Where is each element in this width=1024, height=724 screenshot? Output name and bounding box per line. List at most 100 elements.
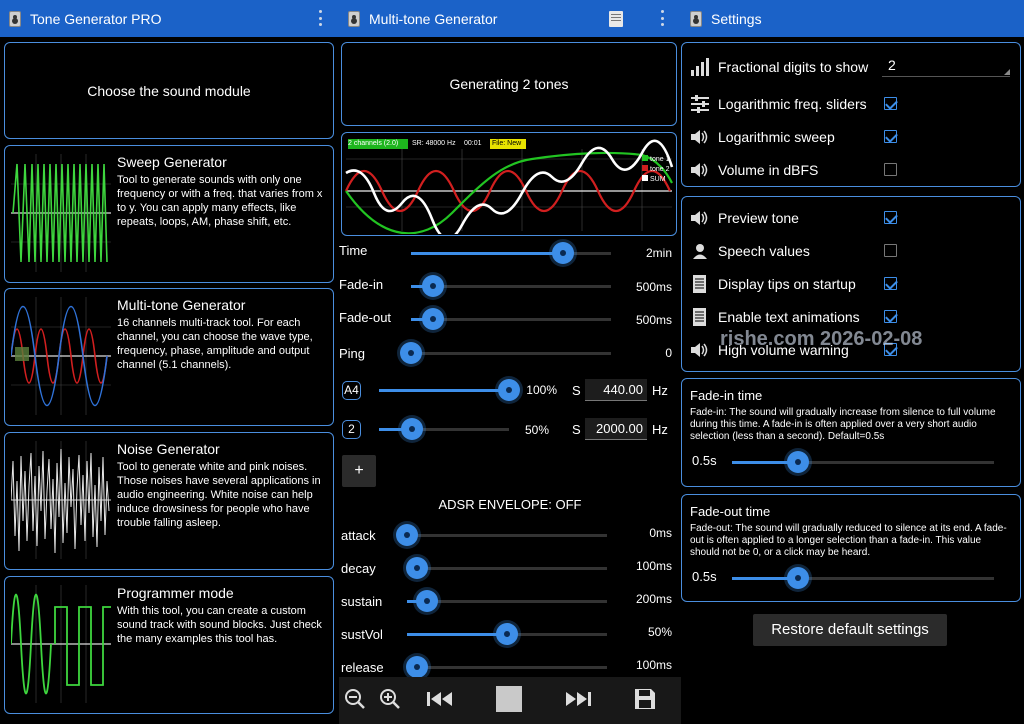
fadeout-time-title: Fade-out time <box>690 504 771 519</box>
module-title: Noise Generator <box>117 441 220 457</box>
legend-tone2: tone 2 <box>650 166 670 173</box>
fadein-value: 500ms <box>635 280 672 294</box>
setting-label: Enable text animations <box>718 308 860 325</box>
release-label: release <box>341 660 384 675</box>
setting-row[interactable]: Preview tone <box>690 201 1010 234</box>
fadeout-slider[interactable] <box>411 308 611 330</box>
fractional-digits-label: Fractional digits to show <box>718 58 869 75</box>
app-title: Settings <box>711 10 762 27</box>
stop-button[interactable] <box>496 686 522 712</box>
choose-module-card: Choose the sound module <box>4 42 334 139</box>
oscilloscope: 2 channels (2.0) SR: 48000 Hz 00:01 File… <box>341 132 677 236</box>
setting-row[interactable]: Logarithmic sweep <box>690 120 1010 153</box>
tone2-wave-type[interactable]: S <box>572 422 581 437</box>
ping-value: 0 <box>665 346 672 360</box>
setting-label: Preview tone <box>718 209 799 226</box>
forward-icon[interactable] <box>565 691 591 707</box>
tone2-amplitude: 50% <box>524 423 549 437</box>
generating-label: Generating 2 tones <box>449 76 569 92</box>
sustain-slider[interactable] <box>407 590 607 612</box>
tone1-amplitude-slider[interactable] <box>379 379 520 401</box>
setting-row[interactable]: Volume in dBFS <box>690 153 1010 186</box>
channels-badge: 2 channels (2.0) <box>348 140 399 147</box>
setting-row[interactable]: Logarithmic freq. sliders <box>690 87 1010 120</box>
tone2-unit: Hz <box>652 422 668 437</box>
setting-label: Logarithmic sweep <box>718 128 835 145</box>
noise-waveform-icon <box>11 441 111 559</box>
add-tone-button[interactable]: + <box>342 455 376 487</box>
decay-value: 100ms <box>635 559 672 573</box>
ping-label: Ping <box>339 346 366 361</box>
programmer-mode-card[interactable]: Programmer mode With this tool, you can … <box>4 576 334 714</box>
setting-checkbox[interactable] <box>884 277 897 290</box>
app-bar: Settings <box>681 0 1024 37</box>
ping-slider[interactable] <box>400 342 611 364</box>
file-badge: File: New <box>492 140 522 147</box>
overflow-menu-icon[interactable] <box>319 10 323 26</box>
tone-chip-2[interactable]: 2 <box>342 420 361 439</box>
fadein-time-slider[interactable] <box>732 451 994 473</box>
setting-checkbox[interactable] <box>884 163 897 176</box>
sustvol-slider[interactable] <box>407 623 607 645</box>
setting-checkbox[interactable] <box>884 310 897 323</box>
fractional-digits-select[interactable]: 2 <box>882 57 1010 77</box>
tone1-frequency-input[interactable]: 440.00 <box>585 379 647 401</box>
module-description: With this tool, you can create a custom … <box>117 605 322 645</box>
fadeout-time-value: 0.5s <box>692 569 717 584</box>
setting-checkbox[interactable] <box>884 130 897 143</box>
person-icon <box>690 241 710 261</box>
speaker-icon <box>690 208 710 228</box>
dropdown-arrow-icon <box>1004 69 1010 75</box>
release-value: 100ms <box>635 658 672 672</box>
module-description: Tool to generate white and pink noises. … <box>117 461 321 529</box>
sustain-value: 200ms <box>635 592 672 606</box>
sustvol-value: 50% <box>647 625 672 639</box>
time-label: Time <box>339 243 368 258</box>
speaker-icon <box>690 160 710 180</box>
setting-checkbox[interactable] <box>884 244 897 257</box>
multitone-waveform-icon <box>11 297 111 415</box>
multitone-pane: Multi-tone Generator Generating 2 tones … <box>339 0 681 724</box>
tone2-amplitude-slider[interactable] <box>379 418 509 440</box>
setting-row[interactable]: Display tips on startup <box>690 267 1010 300</box>
fractional-digits-value: 2 <box>888 57 896 73</box>
document-icon <box>690 274 710 294</box>
setting-checkbox[interactable] <box>884 97 897 110</box>
attack-slider[interactable] <box>396 524 607 546</box>
save-icon[interactable] <box>634 688 656 710</box>
restore-defaults-button[interactable]: Restore default settings <box>753 614 947 646</box>
setting-checkbox[interactable] <box>884 211 897 224</box>
fadein-time-value: 0.5s <box>692 453 717 468</box>
sustain-label: sustain <box>341 594 383 609</box>
tone2-frequency-input[interactable]: 2000.00 <box>585 418 647 440</box>
time-slider[interactable] <box>411 242 611 264</box>
module-title: Programmer mode <box>117 585 234 601</box>
zoom-out-icon[interactable] <box>344 688 366 710</box>
multitone-generator-card[interactable]: Multi-tone Generator 16 channels multi-t… <box>4 288 334 426</box>
settings-group-1: Fractional digits to show 2 Logarithmic … <box>681 42 1021 187</box>
sweep-generator-card[interactable]: Sweep Generator Tool to generate sounds … <box>4 145 334 283</box>
list-icon[interactable] <box>609 11 623 27</box>
noise-generator-card[interactable]: Noise Generator Tool to generate white a… <box>4 432 334 570</box>
attack-label: attack <box>341 528 376 543</box>
setting-row[interactable]: Speech values <box>690 234 1010 267</box>
programmer-waveform-icon <box>11 585 111 703</box>
scope-legend: tone 1 tone 2 SUM <box>642 155 669 185</box>
overflow-menu-icon[interactable] <box>661 10 665 26</box>
tone1-wave-type[interactable]: S <box>572 383 581 398</box>
legend-tone1: tone 1 <box>650 156 670 163</box>
decay-slider[interactable] <box>406 557 607 579</box>
release-slider[interactable] <box>406 656 607 678</box>
rewind-icon[interactable] <box>427 691 453 707</box>
zoom-in-icon[interactable] <box>379 688 401 710</box>
setting-label: Logarithmic freq. sliders <box>718 95 867 112</box>
tone-chip-1[interactable]: A4 <box>342 381 361 400</box>
fadeout-time-slider[interactable] <box>732 567 994 589</box>
signal-bars-icon <box>690 57 710 77</box>
time-counter: 00:01 <box>464 140 482 147</box>
app-title: Tone Generator PRO <box>30 10 162 27</box>
time-value: 2min <box>645 246 672 260</box>
tone-generator-pane: Tone Generator PRO Choose the sound modu… <box>0 0 339 724</box>
fadein-slider[interactable] <box>411 275 611 297</box>
app-logo-icon <box>9 10 21 27</box>
